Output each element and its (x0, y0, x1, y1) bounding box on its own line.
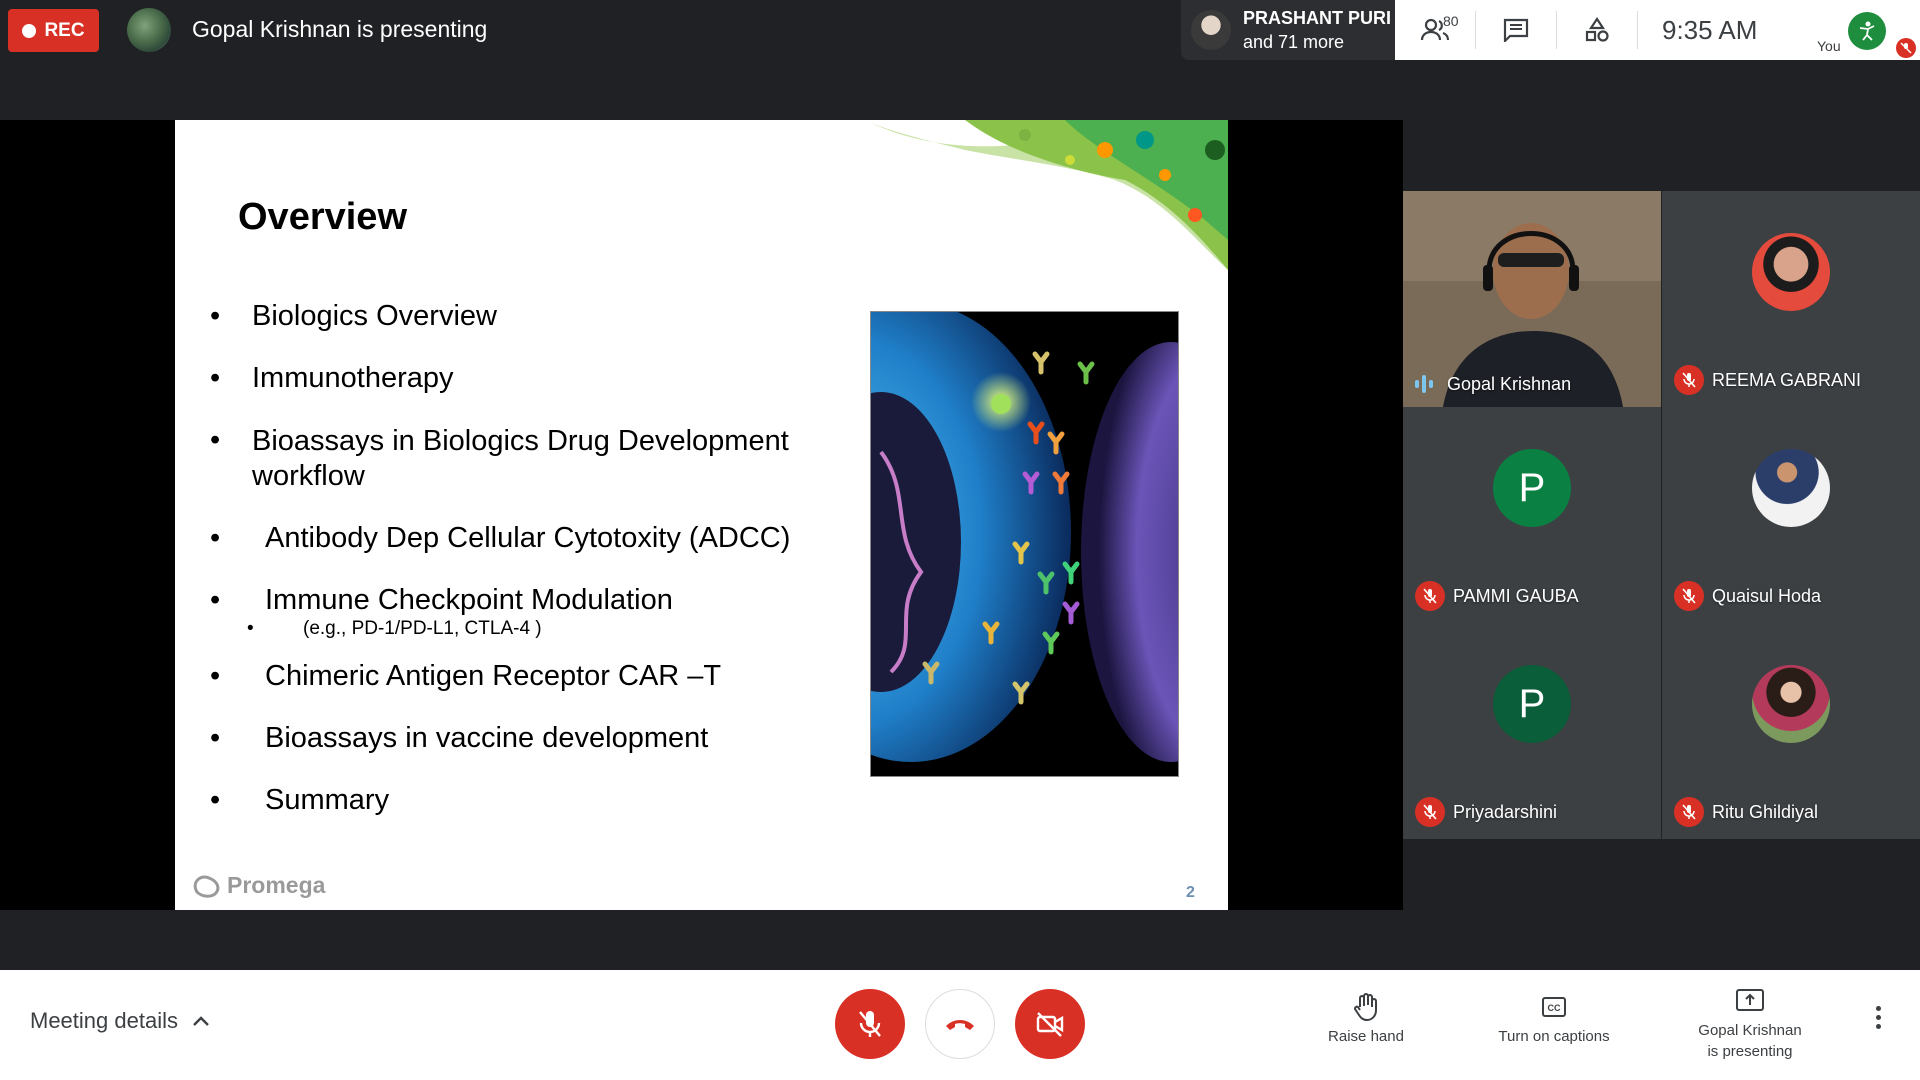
present-label-line1: Gopal Krishnan (1698, 1022, 1802, 1039)
activities-button[interactable] (1557, 0, 1637, 60)
presenter-avatar (127, 8, 171, 52)
participant-name: Ritu Ghildiyal (1712, 801, 1819, 822)
chat-icon (1503, 18, 1529, 42)
mic-off-icon (1900, 42, 1912, 54)
participant-tile[interactable]: P Priyadarshini (1403, 623, 1661, 839)
you-label: You (1817, 38, 1841, 54)
promega-logo-text: Promega (227, 872, 326, 898)
leaf-decoration (865, 120, 1228, 270)
self-avatar[interactable] (1848, 12, 1886, 50)
participant-name-tag: Gopal Krishnan (1415, 373, 1571, 395)
participant-grid: Gopal Krishnan REEMA GABRANI P PAMMI GAU… (1403, 191, 1920, 839)
participant-name: REEMA GABRANI (1712, 369, 1862, 390)
present-label-line2: is presenting (1707, 1043, 1793, 1060)
chat-button[interactable] (1476, 0, 1556, 60)
chip-line-secondary: and 71 more (1243, 32, 1345, 52)
present-screen-icon (1736, 989, 1764, 1011)
recording-badge: REC (8, 9, 99, 52)
camera-off-icon (1036, 1012, 1064, 1037)
presenting-title: Gopal Krishnan is presenting (192, 16, 488, 42)
speaking-icon (1415, 373, 1439, 395)
participant-name-tag: Quaisul Hoda (1674, 581, 1821, 611)
participant-name-tag: PAMMI GAUBA (1415, 581, 1579, 611)
chip-line-primary: PRASHANT PURI (1243, 8, 1392, 28)
record-dot-icon (22, 23, 37, 38)
people-button[interactable]: 80 (1395, 0, 1475, 60)
present-now-button[interactable]: Gopal Krishnan is presenting (1680, 984, 1820, 1060)
mic-off-icon (1674, 365, 1704, 395)
promega-logo: Promega (193, 872, 325, 899)
mic-off-icon (1674, 797, 1704, 827)
slide-title: Overview (238, 196, 407, 238)
participant-tile[interactable]: Ritu Ghildiyal (1662, 623, 1920, 839)
top-panel: 80 9:35 AM (1395, 0, 1920, 60)
mic-off-icon (1415, 581, 1445, 611)
participant-tile[interactable]: P PAMMI GAUBA (1403, 407, 1661, 623)
mic-off-icon (1674, 581, 1704, 611)
sub-bullet-text: (e.g., PD-1/PD-L1, CTLA-4 ) (303, 618, 542, 639)
participant-name-tag: REEMA GABRANI (1674, 365, 1861, 395)
activities-icon (1585, 17, 1609, 42)
participant-avatar (1752, 449, 1830, 527)
self-mic-off-badge (1896, 38, 1916, 58)
participant-name: Gopal Krishnan (1447, 373, 1572, 394)
participant-name-tag: Ritu Ghildiyal (1674, 797, 1818, 827)
microphone-toggle-button[interactable] (835, 989, 905, 1059)
hand-icon (1354, 993, 1377, 1022)
recording-label: REC (44, 19, 85, 41)
meeting-details-label: Meeting details (30, 1008, 178, 1033)
camera-toggle-button[interactable] (1015, 989, 1085, 1059)
sub-bullet-dot: • (247, 618, 254, 639)
participant-tile[interactable]: Gopal Krishnan (1403, 191, 1661, 407)
dancer-icon (1859, 21, 1875, 41)
participant-avatar: P (1493, 665, 1571, 743)
leave-call-button[interactable] (925, 989, 995, 1059)
cells-antibodies-image (871, 312, 1178, 776)
participant-avatar (1752, 665, 1830, 743)
closed-captions-icon: CC (1542, 997, 1566, 1017)
chevron-up-icon (193, 1016, 209, 1026)
more-options-icon[interactable] (1876, 1006, 1881, 1029)
slide-page-number: 2 (1186, 884, 1195, 901)
captions-button[interactable]: CC Turn on captions (1484, 990, 1624, 1045)
bottom-toolbar: Meeting details Raise hand CC Turn on ca… (0, 970, 1920, 1080)
participant-name: Quaisul Hoda (1712, 585, 1822, 606)
raise-hand-button[interactable]: Raise hand (1318, 990, 1414, 1045)
participant-name-tag: Priyadarshini (1415, 797, 1557, 827)
chip-text: PRASHANT PURI and 71 more (1243, 6, 1391, 54)
participant-name: Priyadarshini (1453, 801, 1558, 822)
mic-off-icon (1415, 797, 1445, 827)
captions-label: Turn on captions (1498, 1028, 1610, 1045)
promega-logo-mark (193, 875, 220, 898)
participant-tile[interactable]: Quaisul Hoda (1662, 407, 1920, 623)
participants-chip[interactable]: PRASHANT PURI and 71 more (1181, 0, 1395, 60)
participant-avatar: P (1493, 449, 1571, 527)
meeting-details-button[interactable]: Meeting details (30, 1008, 210, 1034)
hang-up-icon (946, 1020, 974, 1030)
participant-tile[interactable]: REEMA GABRANI (1662, 191, 1920, 407)
presentation-slide: Overview • Biologics Overview • Immunoth… (175, 120, 1228, 910)
cell-illustration (870, 311, 1179, 777)
clock: 9:35 AM (1662, 14, 1758, 45)
participant-count: 80 (1443, 13, 1459, 29)
svg-text:CC: CC (1548, 1003, 1561, 1013)
participant-avatar (1752, 233, 1830, 311)
mic-off-icon (859, 1011, 881, 1037)
raise-hand-label: Raise hand (1328, 1028, 1404, 1045)
chip-avatar (1191, 10, 1231, 50)
participant-name: PAMMI GAUBA (1453, 585, 1579, 606)
